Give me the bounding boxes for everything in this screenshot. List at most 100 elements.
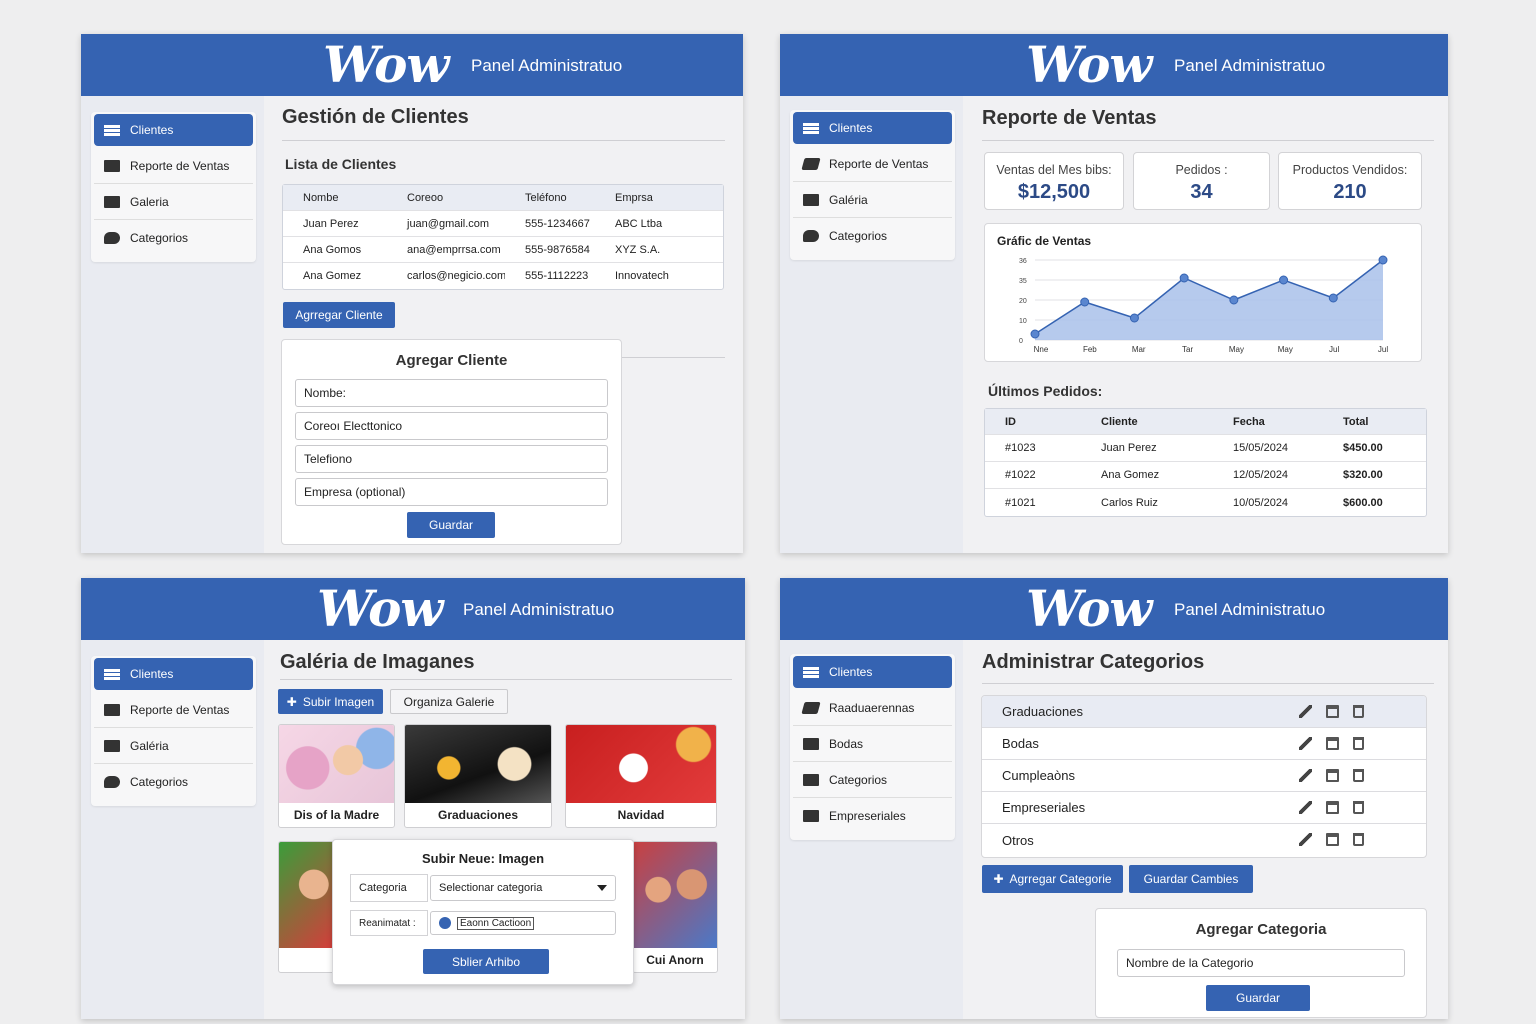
category-row[interactable]: Graduaciones — [982, 696, 1426, 728]
photo-image — [566, 725, 716, 803]
sidebar-item-categorias[interactable]: Categorios — [94, 220, 253, 256]
category-row[interactable]: Cumpleaòns — [982, 760, 1426, 792]
data-point — [1229, 295, 1239, 305]
wow-logo: Wow — [1026, 579, 1152, 638]
upload-image-button[interactable]: ✚ Subir Imagen — [278, 689, 383, 714]
tag-icon — [801, 701, 821, 714]
table-row[interactable]: #1023 Juan Perez 15/05/2024 $450.00 — [985, 435, 1426, 462]
table-header: ID Cliente Fecha Total — [985, 409, 1426, 435]
report-icon — [104, 703, 120, 716]
sidebar-item-reporte[interactable]: Reporte de Ventas — [793, 146, 952, 182]
archive-icon[interactable] — [1326, 769, 1339, 782]
category-row[interactable]: Empreseriales — [982, 792, 1426, 824]
upload-file-button[interactable]: Sblier Arhibo — [423, 949, 549, 974]
sales-panel: Wow Panel Administratuo Clientes Reporte… — [780, 34, 1448, 553]
trash-icon[interactable] — [1353, 737, 1364, 750]
category-icon — [104, 776, 120, 788]
file-input[interactable]: Eaonn Cactioon — [430, 911, 616, 935]
gallery-thumb[interactable]: Cui Anorn — [632, 841, 718, 973]
categories-panel: Wow Panel Administratuo Clientes Raaduae… — [780, 578, 1448, 1019]
organize-gallery-button[interactable]: Organiza Galerie — [390, 689, 508, 714]
sidebar-item-reporte[interactable]: Reporte de Ventas — [94, 692, 253, 728]
sidebar-item-clientes[interactable]: Clientes — [94, 658, 253, 690]
x-tick-label: Nne — [1034, 345, 1049, 354]
sidebar-item-clientes[interactable]: Clientes — [94, 114, 253, 146]
archive-icon[interactable] — [1326, 801, 1339, 814]
sidebar: Clientes Reporte de Ventas Galéria Categ… — [790, 110, 955, 260]
header: Wow Panel Administratuo — [780, 34, 1448, 96]
gallery-icon — [803, 193, 819, 206]
pin-icon: ✚ — [993, 872, 1004, 886]
sidebar: Clientes Raaduaerennas Bodas Categorios … — [790, 654, 955, 840]
category-row[interactable]: Bodas — [982, 728, 1426, 760]
add-client-button[interactable]: Agrregar Cliente — [283, 302, 395, 328]
gallery-thumb[interactable]: Navidad — [565, 724, 717, 828]
gallery-thumb[interactable]: Graduaciones — [404, 724, 552, 828]
category-select[interactable]: Selectionar categoria — [430, 875, 616, 901]
table-row[interactable]: Ana Gomos ana@emprrsa.com 555-9876584 XY… — [283, 237, 723, 263]
sidebar: Clientes Reporte de Ventas Galéria Categ… — [91, 656, 256, 806]
archive-icon[interactable] — [1326, 737, 1339, 750]
stat-card-orders: Pedidos : 34 — [1133, 152, 1270, 210]
sidebar-item-galeria[interactable]: Galéria — [793, 182, 952, 218]
pencil-icon[interactable] — [1299, 833, 1312, 846]
pencil-icon[interactable] — [1299, 769, 1312, 782]
gallery-panel: Wow Panel Administratuo Clientes Reporte… — [81, 578, 745, 1019]
x-tick-label: Feb — [1083, 345, 1097, 354]
sidebar-item-clientes[interactable]: Clientes — [793, 112, 952, 144]
x-tick-label: May — [1278, 345, 1293, 354]
sidebar-item-categorias[interactable]: Categorios — [793, 762, 952, 798]
folder-icon — [803, 810, 819, 822]
table-row[interactable]: #1022 Ana Gomez 12/05/2024 $320.00 — [985, 462, 1426, 489]
add-category-button[interactable]: ✚ Agrregar Categorie — [982, 865, 1123, 893]
pencil-icon[interactable] — [1299, 737, 1312, 750]
archive-icon[interactable] — [1326, 833, 1339, 846]
sidebar-item-graduaciones[interactable]: Raaduaerennas — [793, 690, 952, 726]
sidebar-item-galeria[interactable]: Galeria — [94, 184, 253, 220]
header: Wow Panel Administratuo — [81, 578, 745, 640]
page-title: Gestión de Clientes — [282, 106, 469, 128]
trash-icon[interactable] — [1353, 705, 1364, 718]
gallery-icon — [104, 195, 120, 208]
sidebar-item-bodas[interactable]: Bodas — [793, 726, 952, 762]
phone-field[interactable]: Telefiono — [295, 445, 608, 473]
gallery-thumb[interactable] — [278, 841, 338, 973]
sidebar-item-categorias[interactable]: Categorios — [793, 218, 952, 254]
save-category-button[interactable]: Guardar — [1206, 985, 1310, 1011]
data-point — [1378, 255, 1388, 265]
sidebar-item-clientes[interactable]: Clientes — [793, 656, 952, 688]
category-name-field[interactable]: Nombre de la Categorio — [1117, 949, 1405, 977]
table-row[interactable]: Ana Gomez carlos@negicio.com 555-1112223… — [283, 263, 723, 289]
trash-icon[interactable] — [1353, 833, 1364, 846]
sidebar-item-reporte[interactable]: Reporte de Ventas — [94, 148, 253, 184]
x-tick-label: May — [1229, 345, 1244, 354]
sidebar-item-empreseriales[interactable]: Empreseriales — [793, 798, 952, 834]
photo-image — [633, 842, 717, 948]
pencil-icon[interactable] — [1299, 801, 1312, 814]
gallery-icon — [104, 739, 120, 752]
form-title: Agregar Categoria — [1195, 921, 1327, 938]
save-changes-button[interactable]: Guardar Cambies — [1129, 865, 1253, 893]
name-field[interactable]: Nombe: — [295, 379, 608, 407]
y-tick-label: 0 — [1019, 338, 1023, 345]
trash-icon[interactable] — [1353, 769, 1364, 782]
company-field[interactable]: Empresa (optional) — [295, 478, 608, 506]
modal-title: Subir Neue: Imagen — [421, 851, 545, 866]
table-row[interactable]: Juan Perez juan@gmail.com 555-1234667 AB… — [283, 211, 723, 237]
gallery-thumb[interactable]: Dis of la Madre — [278, 724, 395, 828]
category-row[interactable]: Otros — [982, 824, 1426, 856]
form-title: Agregar Cliente — [395, 352, 508, 369]
trash-icon[interactable] — [1353, 801, 1364, 814]
email-field[interactable]: Coreoı Electtonico — [295, 412, 608, 440]
table-row[interactable]: #1021 Carlos Ruiz 10/05/2024 $600.00 — [985, 489, 1426, 516]
menu-icon — [104, 668, 120, 680]
pencil-icon[interactable] — [1299, 705, 1312, 718]
data-point — [1179, 273, 1189, 283]
save-client-button[interactable]: Guardar — [407, 512, 495, 538]
panel-title: Panel Administratuo — [471, 56, 623, 75]
sidebar-item-galeria[interactable]: Galéria — [94, 728, 253, 764]
panel-title: Panel Administratuo — [463, 600, 615, 619]
sidebar-item-categorias[interactable]: Categorios — [94, 764, 253, 800]
archive-icon[interactable] — [1326, 705, 1339, 718]
category-icon — [104, 232, 120, 244]
